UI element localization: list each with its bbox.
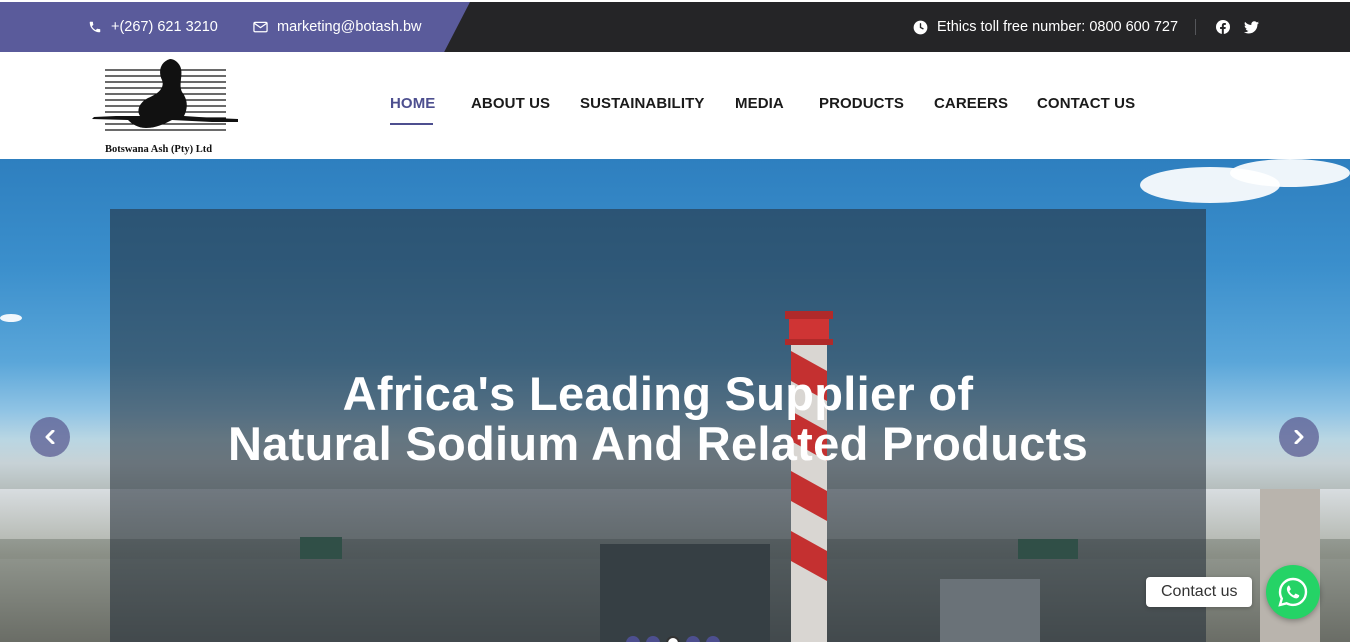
slider-dot[interactable] <box>686 636 700 642</box>
slider-dot[interactable] <box>626 636 640 642</box>
nav-item-products[interactable]: PRODUCTS <box>819 95 904 112</box>
twitter-icon <box>1244 20 1259 33</box>
nav-item-sustainability[interactable]: SUSTAINABILITY <box>580 95 704 112</box>
hero-title-line-1: Africa's Leading Supplier of <box>342 367 974 420</box>
phone-icon <box>89 21 101 33</box>
clock-icon <box>913 20 928 34</box>
top-bar: +(267) 621 3210 marketing@botash.bw Ethi… <box>0 2 1350 52</box>
chevron-right-icon <box>1294 430 1304 444</box>
twitter-link[interactable] <box>1244 2 1259 52</box>
cloud <box>1230 159 1350 187</box>
site-header: Botswana Ash (Pty) Ltd HOME ABOUT US SUS… <box>0 52 1350 159</box>
envelope-icon <box>253 21 268 33</box>
phone-link[interactable]: +(267) 621 3210 <box>88 2 218 52</box>
nav-item-media[interactable]: MEDIA <box>735 95 784 112</box>
nav-item-contact-us[interactable]: CONTACT US <box>1037 95 1135 112</box>
slider-dot[interactable] <box>706 636 720 642</box>
nav-active-underline <box>390 123 433 125</box>
facebook-icon <box>1216 20 1230 34</box>
contact-us-bubble[interactable]: Contact us <box>1146 577 1253 607</box>
slider-dots <box>626 636 720 642</box>
whatsapp-icon <box>1278 577 1308 607</box>
nav-item-about-us[interactable]: ABOUT US <box>471 95 550 112</box>
chevron-left-icon <box>45 430 55 444</box>
slider-prev-button[interactable] <box>30 417 70 457</box>
nav-item-careers[interactable]: CAREERS <box>934 95 1008 112</box>
hero-slider: Africa's Leading Supplier of Natural Sod… <box>0 159 1350 642</box>
chimney-tower <box>785 311 833 642</box>
facebook-link[interactable] <box>1216 2 1230 52</box>
cloud <box>0 314 22 322</box>
whatsapp-button[interactable] <box>1266 565 1320 619</box>
top-bar-divider <box>1195 19 1196 35</box>
nav-item-home[interactable]: HOME <box>390 95 435 112</box>
ethics-hotline: Ethics toll free number: 0800 600 727 <box>913 2 1178 52</box>
hero-title: Africa's Leading Supplier of Natural Sod… <box>110 369 1206 469</box>
slider-dot-active[interactable] <box>666 636 680 642</box>
email-address: marketing@botash.bw <box>277 19 422 35</box>
email-link[interactable]: marketing@botash.bw <box>253 2 421 52</box>
slider-dot[interactable] <box>646 636 660 642</box>
hero-title-line-2: Natural Sodium And Related Products <box>227 417 1089 470</box>
ethics-text: Ethics toll free number: 0800 600 727 <box>937 19 1179 35</box>
main-nav: HOME ABOUT US SUSTAINABILITY MEDIA PRODU… <box>0 52 1350 159</box>
phone-number: +(267) 621 3210 <box>111 19 218 35</box>
slider-next-button[interactable] <box>1279 417 1319 457</box>
